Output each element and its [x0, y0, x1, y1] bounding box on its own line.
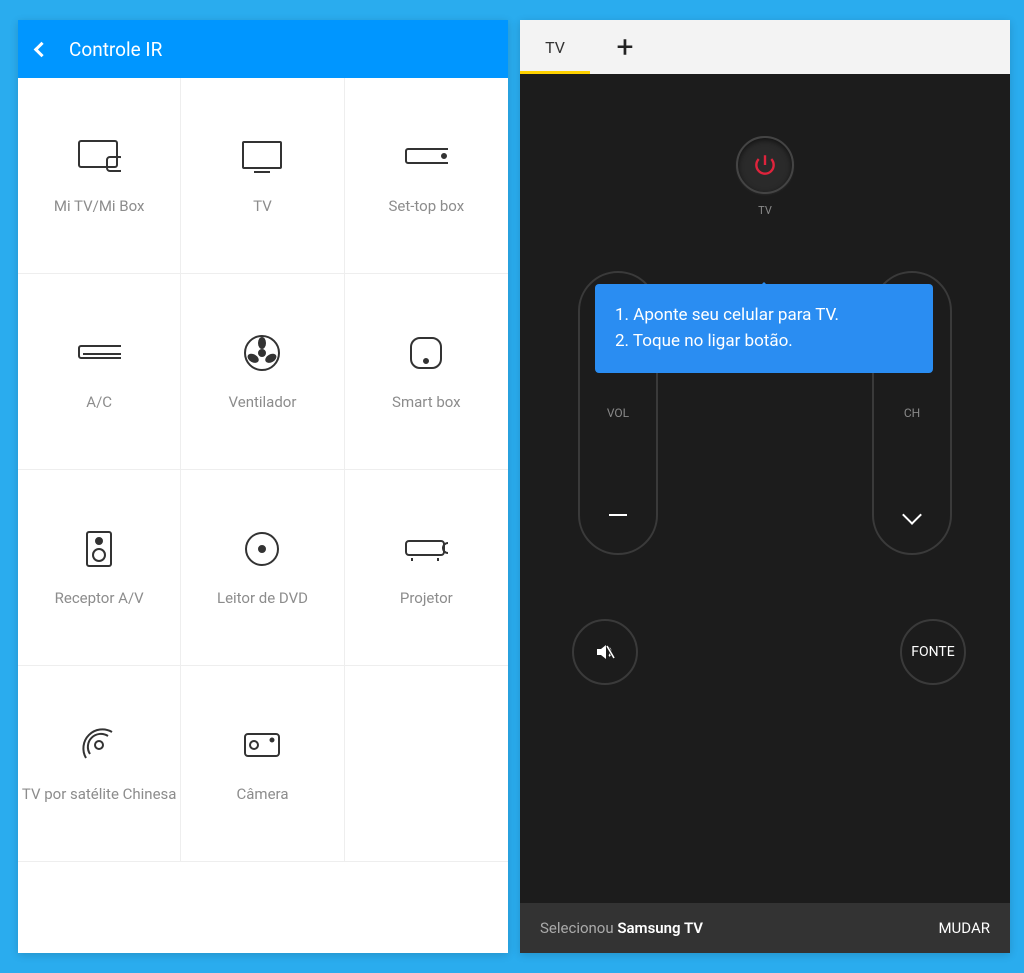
device-label: A/C — [86, 393, 112, 412]
power-button[interactable] — [736, 136, 794, 194]
device-label: Câmera — [237, 785, 289, 804]
device-cell[interactable]: Projetor — [345, 470, 508, 665]
device-label: Ventilador — [229, 393, 297, 412]
device-cell[interactable]: Mi TV/Mi Box — [18, 78, 181, 273]
receiver-icon — [77, 527, 121, 571]
device-cell[interactable]: Leitor de DVD — [181, 470, 344, 665]
device-cell[interactable]: TV por satélite Chinesa — [18, 666, 181, 861]
tooltip-line: 2. Toque no ligar botão. — [615, 328, 913, 354]
volume-label: VOL — [607, 406, 629, 420]
plus-icon: + — [616, 30, 633, 65]
mute-button[interactable] — [572, 619, 638, 685]
add-tab-button[interactable]: + — [590, 20, 660, 74]
header-title: Controle IR — [69, 38, 162, 61]
device-grid: Mi TV/Mi Box TV Set-top box A/C Ventilador Sm… — [18, 78, 508, 862]
device-label: TV — [253, 197, 272, 216]
device-cell[interactable]: Set-top box — [345, 78, 508, 273]
footer-bar: Selecionou Samsung TV MUDAR — [520, 903, 1010, 953]
instruction-tooltip: 1. Aponte seu celular para TV. 2. Toque … — [595, 284, 933, 373]
power-icon — [752, 152, 778, 178]
device-label: Receptor A/V — [55, 589, 144, 608]
volume-down-button[interactable] — [609, 501, 627, 529]
device-label: Projetor — [400, 589, 453, 608]
device-selection-screen: Controle IR Mi TV/Mi Box TV Set-top box A/C… — [18, 20, 508, 953]
dvd-icon — [240, 527, 284, 571]
mitv-icon — [77, 135, 121, 179]
device-label: TV por satélite Chinesa — [22, 785, 177, 804]
sat-icon — [77, 723, 121, 767]
channel-label: CH — [904, 406, 920, 420]
device-cell[interactable]: TV — [181, 78, 344, 273]
tv-icon — [240, 135, 284, 179]
footer-status: Selecionou Samsung TV — [540, 919, 703, 937]
remote-body: TV + VOL CH FONTE 1. Aponte seu celular … — [520, 74, 1010, 903]
back-icon[interactable] — [34, 41, 50, 57]
power-label: TV — [758, 204, 772, 217]
channel-down-button[interactable] — [905, 501, 919, 529]
device-label: Smart box — [392, 393, 461, 412]
remote-control-screen: TV + TV + VOL CH FONTE — [520, 20, 1010, 953]
projector-icon — [404, 527, 448, 571]
device-label: Set-top box — [389, 197, 465, 216]
fan-icon — [240, 331, 284, 375]
tab-label: TV — [545, 38, 565, 57]
device-label: Leitor de DVD — [217, 589, 308, 608]
device-cell[interactable]: Ventilador — [181, 274, 344, 469]
mute-icon — [593, 640, 617, 664]
change-button[interactable]: MUDAR — [938, 919, 990, 937]
camera-icon — [240, 723, 284, 767]
source-label: FONTE — [911, 644, 954, 660]
device-label: Mi TV/Mi Box — [54, 197, 145, 216]
device-cell[interactable]: Smart box — [345, 274, 508, 469]
tab-bar: TV + — [520, 20, 1010, 74]
ac-icon — [77, 331, 121, 375]
tab-tv[interactable]: TV — [520, 20, 590, 74]
smartbox-icon — [404, 331, 448, 375]
source-button[interactable]: FONTE — [900, 619, 966, 685]
device-cell[interactable]: Câmera — [181, 666, 344, 861]
device-cell — [345, 666, 508, 861]
device-cell[interactable]: Receptor A/V — [18, 470, 181, 665]
stb-icon — [404, 135, 448, 179]
device-cell[interactable]: A/C — [18, 274, 181, 469]
tooltip-line: 1. Aponte seu celular para TV. — [615, 302, 913, 328]
header-bar: Controle IR — [18, 20, 508, 78]
chevron-down-icon — [902, 505, 922, 525]
